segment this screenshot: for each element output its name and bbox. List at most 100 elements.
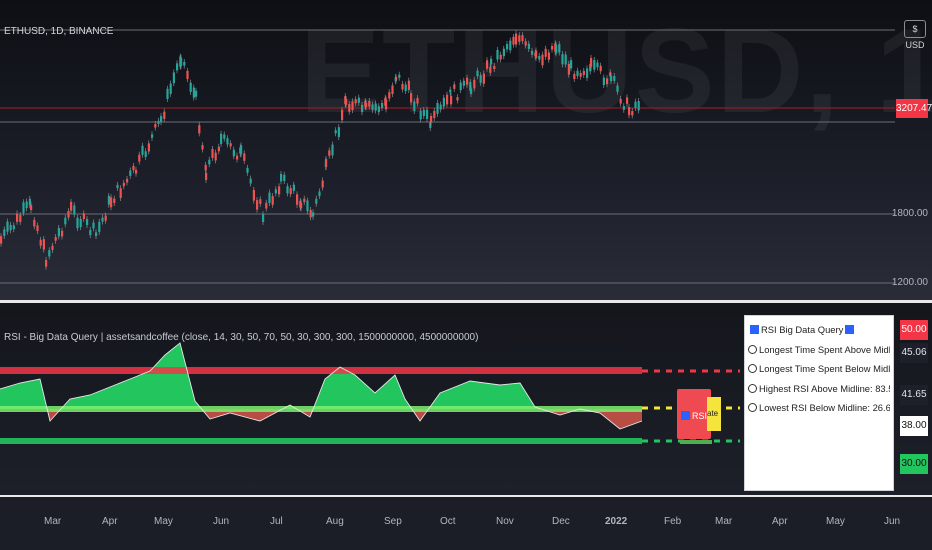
- candle: [622, 106, 625, 110]
- candle: [92, 222, 95, 229]
- candle: [564, 54, 567, 65]
- info-row: Longest Time Spent Above Midline: 51 Per…: [748, 340, 890, 360]
- candle: [381, 103, 384, 109]
- candle: [419, 110, 422, 120]
- candle: [252, 190, 255, 201]
- candle: [544, 48, 547, 57]
- candle: [256, 200, 259, 210]
- candle: [48, 250, 51, 257]
- time-tick: Jul: [270, 516, 283, 527]
- candle: [430, 115, 433, 123]
- rsi-fill-below: [0, 409, 642, 429]
- price-candles[interactable]: [0, 0, 932, 300]
- candle: [551, 45, 554, 50]
- rsi-level-mid2: 41.65: [900, 385, 928, 405]
- price-tick: 1200.00: [891, 277, 928, 288]
- candle: [147, 143, 150, 152]
- candle: [599, 65, 602, 72]
- candle: [570, 60, 573, 69]
- candle: [126, 178, 129, 183]
- candle: [208, 159, 211, 165]
- time-tick: Nov: [496, 516, 514, 527]
- time-axis[interactable]: Mar Apr May Jun Jul Aug Sep Oct Nov Dec …: [0, 497, 932, 550]
- candle: [157, 120, 160, 125]
- info-row: Highest RSI Above Midline: 83.5: [748, 379, 890, 399]
- rsi-slow-badge: RSI Slow: [677, 389, 711, 439]
- candle: [590, 57, 593, 67]
- candle: [262, 214, 265, 222]
- candle: [459, 82, 462, 91]
- candle: [567, 63, 570, 75]
- candle: [361, 104, 364, 113]
- rsi-indicator-title[interactable]: RSI - Big Data Query | assetsandcoffee (…: [4, 332, 478, 343]
- candle: [479, 75, 482, 83]
- candle: [306, 200, 309, 212]
- candle: [141, 145, 144, 155]
- candle: [490, 58, 493, 65]
- candle: [271, 196, 274, 205]
- candle: [395, 76, 398, 81]
- candle: [558, 44, 561, 53]
- candle: [113, 198, 116, 203]
- candle: [535, 50, 538, 59]
- info-title-row: RSI Big Data Query: [748, 320, 890, 340]
- candle: [192, 87, 195, 98]
- clock-icon: [748, 403, 757, 412]
- candle: [518, 35, 521, 42]
- candle: [198, 125, 201, 134]
- rsi-level-mid1: 45.06: [900, 343, 928, 363]
- candle: [391, 85, 394, 94]
- candle: [586, 68, 589, 78]
- candle: [36, 225, 39, 232]
- candle: [401, 83, 404, 90]
- price-chart-pane[interactable]: ETHUSD, 1D ETHUSD, 1D, BINANCE $ USD 320…: [0, 0, 932, 300]
- time-tick: Mar: [44, 516, 62, 527]
- candle: [95, 232, 98, 237]
- rsi-level-lower1: 38.00: [900, 416, 928, 436]
- candle: [201, 145, 204, 150]
- arrow-icon: [681, 411, 690, 420]
- candle: [637, 101, 640, 111]
- candle: [626, 97, 629, 104]
- candle: [318, 191, 321, 197]
- candle: [341, 109, 344, 121]
- rsi-state-badge: ate: [707, 397, 721, 431]
- candle: [236, 155, 239, 160]
- candle: [365, 102, 368, 108]
- candle: [385, 99, 388, 110]
- candle: [436, 103, 439, 114]
- currency-button[interactable]: $ USD: [904, 20, 926, 50]
- candle: [496, 49, 499, 60]
- candle: [119, 188, 122, 198]
- rsi-fill-above: [0, 343, 642, 409]
- time-tick: May: [154, 516, 173, 527]
- arrow-icon: [750, 325, 759, 334]
- candle: [499, 54, 502, 60]
- candle: [555, 44, 558, 54]
- candle: [325, 159, 328, 168]
- candle: [410, 93, 413, 103]
- candle: [527, 43, 530, 49]
- candle: [278, 186, 281, 195]
- candle: [388, 92, 391, 99]
- candle: [512, 36, 515, 45]
- candle: [16, 213, 19, 222]
- candle: [593, 60, 596, 70]
- candle: [506, 43, 509, 50]
- candle: [180, 57, 183, 66]
- rsi-indicator-pane[interactable]: RSI - Big Data Query | assetsandcoffee (…: [0, 303, 932, 495]
- candle: [331, 144, 334, 156]
- candle: [303, 198, 306, 203]
- candle: [371, 104, 374, 110]
- candle: [274, 189, 277, 194]
- candle: [3, 229, 6, 236]
- candle: [76, 217, 79, 229]
- candle: [466, 77, 469, 85]
- candle: [453, 84, 456, 89]
- candle: [226, 138, 229, 145]
- candle: [246, 167, 249, 173]
- candle: [502, 48, 505, 57]
- candle: [61, 230, 64, 237]
- candle: [138, 154, 141, 162]
- candle: [296, 194, 299, 205]
